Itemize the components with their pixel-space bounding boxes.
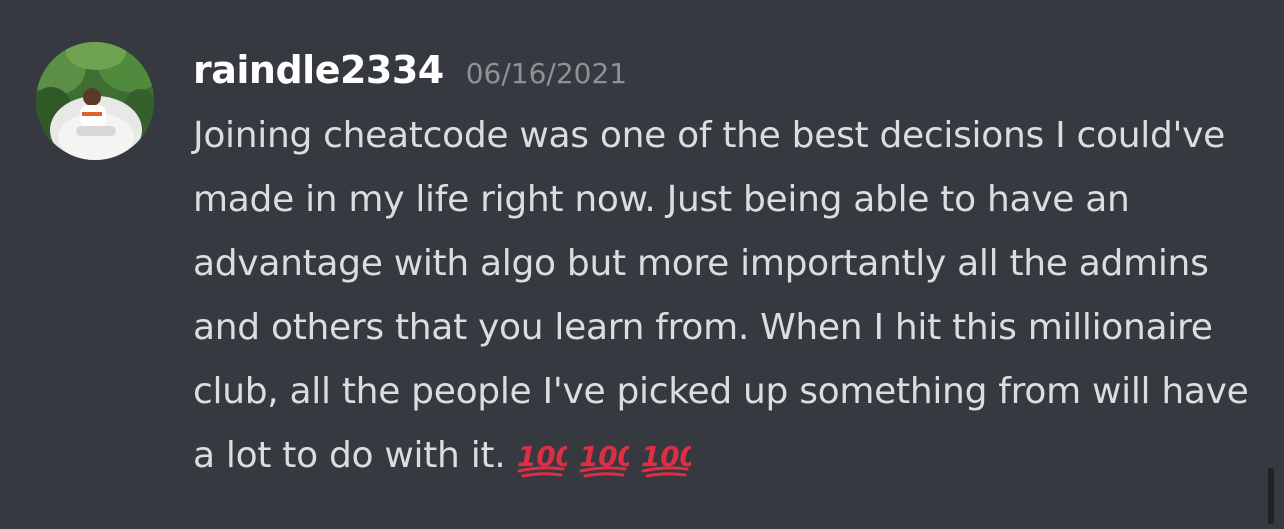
message-text: Joining cheatcode was one of the best de… — [193, 115, 1249, 476]
timestamp: 06/16/2021 — [465, 57, 628, 90]
hundred-points-icon[interactable]: 100 — [515, 436, 575, 480]
emoji-group: 100 100 100 — [515, 425, 701, 489]
message-content: Joining cheatcode was one of the best de… — [193, 104, 1253, 489]
message-header: raindle2334 06/16/2021 — [193, 48, 627, 104]
avatar[interactable] — [36, 42, 154, 160]
scrollbar-thumb[interactable] — [1268, 468, 1274, 524]
hundred-points-icon[interactable]: 100 — [577, 436, 637, 480]
hundred-points-icon[interactable]: 100 — [639, 436, 699, 480]
avatar-image — [36, 42, 154, 160]
chat-message: raindle2334 06/16/2021 Joining cheatcode … — [0, 0, 1284, 529]
username[interactable]: raindle2334 — [193, 48, 444, 92]
